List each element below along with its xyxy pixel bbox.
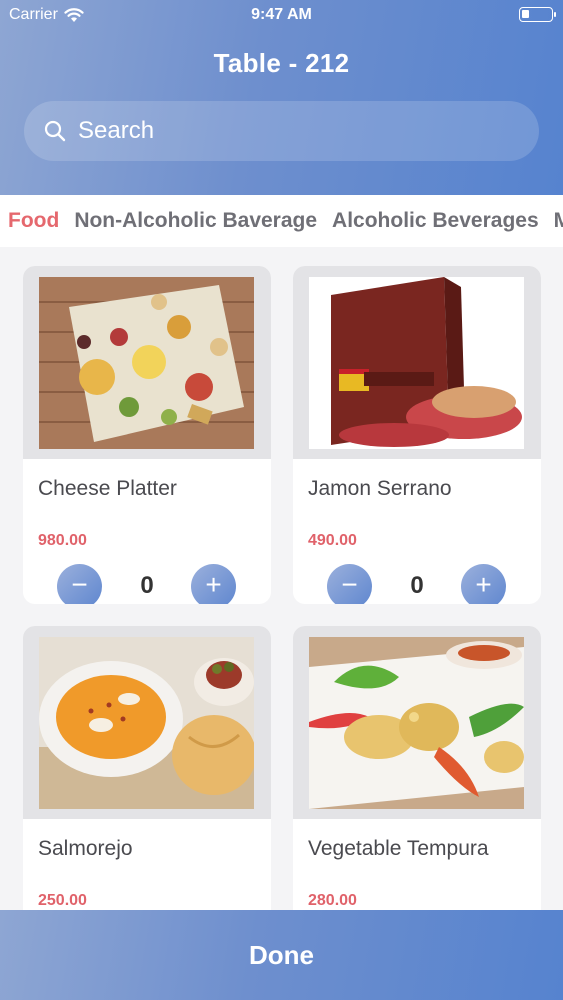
- product-price: 250.00: [38, 892, 87, 909]
- product-grid: Cheese Platter 980.00 − 0 + Jamon Serran…: [0, 247, 563, 910]
- battery-level: [522, 10, 529, 18]
- product-card[interactable]: Vegetable Tempura 280.00: [293, 626, 541, 910]
- decrease-quantity-button[interactable]: −: [327, 564, 372, 604]
- product-name: Jamon Serrano: [308, 477, 452, 500]
- product-price: 980.00: [38, 532, 87, 549]
- product-card[interactable]: Cheese Platter 980.00 − 0 +: [23, 266, 271, 604]
- tab-alcoholic-beverages[interactable]: Alcoholic Beverages: [332, 209, 539, 233]
- search-bar[interactable]: [24, 101, 539, 161]
- product-price: 490.00: [308, 532, 357, 549]
- battery-icon: [519, 7, 556, 22]
- header: Carrier 9:47 AM Table - 212: [0, 0, 563, 195]
- product-image-area: [293, 266, 541, 459]
- increase-quantity-button[interactable]: +: [191, 564, 236, 604]
- tab-more[interactable]: Mo: [554, 209, 563, 233]
- vegetable-tempura-image: [309, 637, 524, 809]
- done-button[interactable]: Done: [0, 910, 563, 1000]
- done-label: Done: [249, 939, 314, 970]
- product-card[interactable]: Salmorejo 250.00: [23, 626, 271, 910]
- status-time: 9:47 AM: [251, 6, 312, 23]
- product-name: Salmorejo: [38, 837, 133, 860]
- tab-non-alcoholic-baverage[interactable]: Non-Alcoholic Baverage: [74, 209, 317, 233]
- salmorejo-image: [39, 637, 254, 809]
- product-price: 280.00: [308, 892, 357, 909]
- quantity-count: 0: [410, 572, 424, 599]
- product-name: Cheese Platter: [38, 477, 177, 500]
- jamon-serrano-image: [309, 277, 524, 449]
- product-image-area: [23, 626, 271, 819]
- tab-food[interactable]: Food: [8, 209, 59, 233]
- product-card[interactable]: Jamon Serrano 490.00 − 0 +: [293, 266, 541, 604]
- product-image-area: [293, 626, 541, 819]
- increase-quantity-button[interactable]: +: [461, 564, 506, 604]
- quantity-count: 0: [140, 572, 154, 599]
- search-input[interactable]: [78, 117, 498, 145]
- decrease-quantity-button[interactable]: −: [57, 564, 102, 604]
- status-bar: Carrier 9:47 AM: [0, 0, 563, 30]
- category-tabs: Food Non-Alcoholic Baverage Alcoholic Be…: [0, 195, 563, 247]
- product-name: Vegetable Tempura: [308, 837, 489, 860]
- cheese-platter-image: [39, 277, 254, 449]
- page-title: Table - 212: [213, 48, 350, 78]
- search-icon: [44, 120, 66, 142]
- product-image-area: [23, 266, 271, 459]
